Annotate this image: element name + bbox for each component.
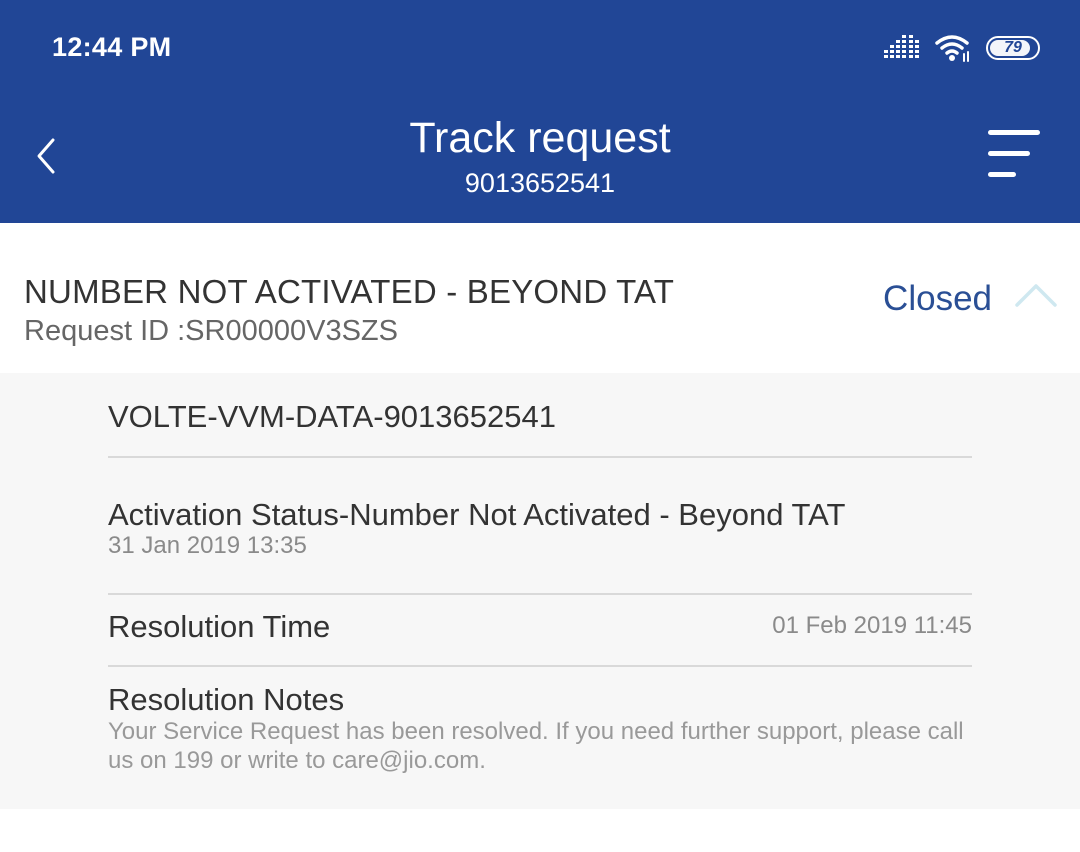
- resolution-notes-text: Your Service Request has been resolved. …: [108, 718, 964, 774]
- resolution-time-label: Resolution Time: [108, 609, 331, 644]
- divider: [108, 456, 972, 458]
- plan-name: VOLTE-VVM-DATA-9013652541: [108, 399, 556, 434]
- request-summary-header[interactable]: NUMBER NOT ACTIVATED - BEYOND TAT Reques…: [0, 223, 1080, 373]
- battery-percentage: 79: [1004, 39, 1022, 56]
- page-title: Track request: [409, 114, 671, 162]
- activation-date: 31 Jan 2019 13:35: [108, 532, 307, 559]
- status-badge: Closed: [883, 279, 992, 318]
- app-header: 12:44 PM 79 Track request 9013652541: [0, 0, 1080, 223]
- request-details-panel: VOLTE-VVM-DATA-9013652541 Activation Sta…: [0, 373, 1080, 809]
- resolution-notes-label: Resolution Notes: [108, 682, 345, 717]
- status-bar-time: 12:44 PM: [52, 32, 172, 62]
- signal-icon: [884, 35, 919, 58]
- resolution-time-value: 01 Feb 2019 11:45: [772, 612, 972, 639]
- page-subtitle-number: 9013652541: [464, 168, 616, 198]
- chevron-up-icon[interactable]: [1014, 281, 1058, 309]
- activation-status: Activation Status-Number Not Activated -…: [108, 497, 846, 532]
- divider: [108, 593, 972, 595]
- menu-button[interactable]: [984, 124, 1044, 186]
- divider: [108, 665, 972, 667]
- status-bar-icons: 79: [884, 30, 1040, 66]
- request-title: NUMBER NOT ACTIVATED - BEYOND TAT: [24, 273, 675, 310]
- battery-icon: 79: [986, 36, 1040, 60]
- wifi-icon: [935, 35, 969, 62]
- request-id: Request ID :SR00000V3SZS: [24, 315, 398, 347]
